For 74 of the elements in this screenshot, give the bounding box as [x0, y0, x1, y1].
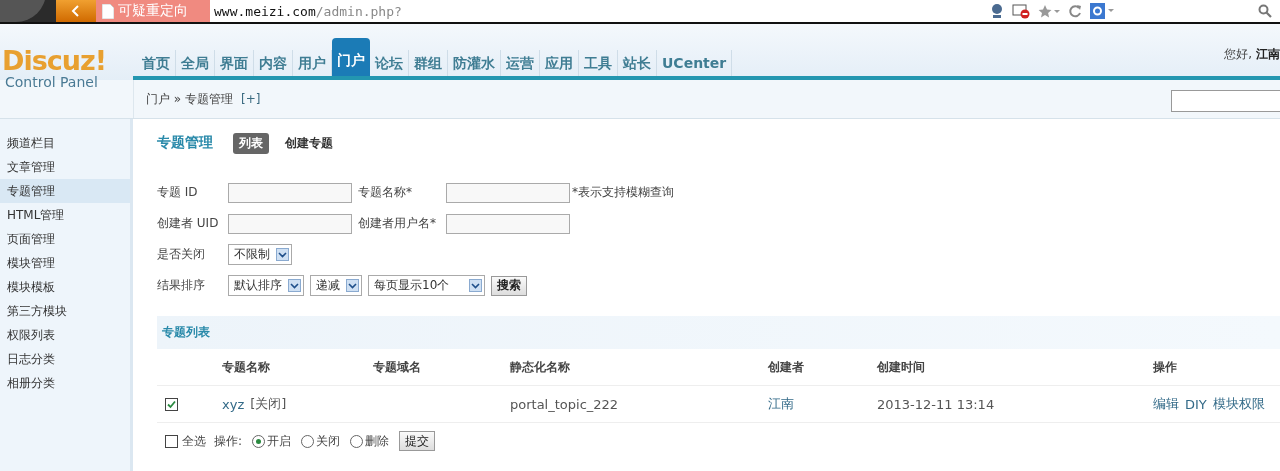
input-field[interactable]	[446, 182, 570, 203]
sidebar-item[interactable]: 相册分类	[0, 371, 130, 395]
search-field[interactable]	[1171, 90, 1280, 112]
checkbox-label: 全选	[182, 432, 206, 450]
field-label: 创建者用户名*	[358, 215, 437, 232]
field-label: 专题 ID	[157, 184, 199, 201]
table-cell-text: 2013-12-11 13:14	[877, 395, 996, 414]
sidebar-item[interactable]: 第三方模块	[0, 299, 130, 323]
radio-button[interactable]	[350, 434, 364, 448]
row-checkbox[interactable]	[165, 397, 178, 411]
column-header: 静态化名称	[510, 358, 571, 376]
blocked-window-icon[interactable]	[1012, 3, 1030, 19]
sidebar-item[interactable]: HTML管理	[0, 203, 130, 227]
greeting: 您好, 江南	[1224, 46, 1280, 63]
url-path: /admin.php?	[315, 3, 402, 19]
back-button[interactable]	[56, 0, 96, 22]
field-label: 结果排序	[157, 277, 206, 294]
creator-link[interactable]: 江南	[768, 395, 794, 413]
star-icon[interactable]	[1038, 4, 1060, 18]
logo-subtitle: Control Panel	[4, 74, 99, 90]
submit-button[interactable]: 提交	[399, 431, 436, 451]
table-cell-text: portal_topic_222	[510, 395, 620, 414]
sidebar-item[interactable]: 模块模板	[0, 275, 130, 299]
radio-label: 关闭	[316, 432, 341, 450]
add-link[interactable]: [+]	[241, 92, 261, 106]
hint-text: *表示支持模糊查询	[572, 184, 674, 201]
redirect-warning: 可疑重定向	[118, 2, 188, 20]
robot-icon[interactable]	[990, 3, 1004, 19]
input-field[interactable]	[228, 213, 352, 234]
search-button[interactable]: 搜索	[491, 275, 527, 296]
radio-label: 开启	[267, 432, 292, 450]
page-title: 专题管理	[157, 134, 213, 152]
tab[interactable]: 列表	[233, 132, 269, 154]
column-header: 创建时间	[877, 358, 926, 376]
radio-button[interactable]	[252, 434, 266, 448]
dropdown[interactable]: 默认排序	[228, 275, 304, 296]
radio-button[interactable]	[301, 434, 315, 448]
logo: Discuz!	[2, 48, 107, 74]
action-link[interactable]: 模块权限	[1212, 395, 1265, 413]
sidebar-item[interactable]: 专题管理	[0, 179, 130, 203]
radio-label: 删除	[365, 432, 390, 450]
field-label: 专题名称*	[358, 184, 413, 201]
sidebar-item[interactable]: 页面管理	[0, 227, 130, 251]
select-all-checkbox[interactable]	[165, 434, 178, 448]
status-text: [关闭]	[250, 395, 287, 413]
search-icon[interactable]	[1258, 4, 1272, 18]
sidebar-item[interactable]: 模块管理	[0, 251, 130, 275]
section-header: 专题列表	[157, 316, 1280, 349]
input-field[interactable]	[228, 182, 352, 203]
dropdown[interactable]: 不限制	[228, 244, 292, 265]
dropdown[interactable]: 每页显示10个	[368, 275, 485, 296]
nav-tab[interactable]: 门户	[332, 38, 370, 76]
sidebar-item[interactable]: 日志分类	[0, 347, 130, 371]
field-label: 是否关闭	[157, 246, 206, 263]
column-header: 专题名称	[222, 358, 271, 376]
input-field[interactable]	[446, 213, 570, 234]
dropdown[interactable]: 递减	[310, 275, 362, 296]
column-header: 操作	[1153, 358, 1178, 376]
breadcrumb: 门户 » 专题管理	[146, 90, 233, 108]
action-link[interactable]: 编辑	[1153, 395, 1179, 413]
field-label: 创建者 UID	[157, 215, 220, 232]
search-engine-icon[interactable]	[1090, 3, 1114, 19]
reload-icon[interactable]	[1068, 4, 1082, 18]
column-header: 创建者	[768, 358, 805, 376]
action-label: 操作:	[214, 432, 243, 450]
sidebar-item[interactable]: 文章管理	[0, 155, 130, 179]
topic-name-link[interactable]: xyz	[222, 396, 245, 412]
sidebar-item[interactable]: 频道栏目	[0, 131, 130, 155]
action-link[interactable]: DIY	[1185, 396, 1207, 412]
column-header: 专题域名	[373, 358, 422, 376]
tab[interactable]: 创建专题	[279, 132, 339, 154]
url-host: www.meizi.com	[214, 3, 316, 19]
page-icon	[102, 3, 114, 19]
sidebar-item[interactable]: 权限列表	[0, 323, 130, 347]
